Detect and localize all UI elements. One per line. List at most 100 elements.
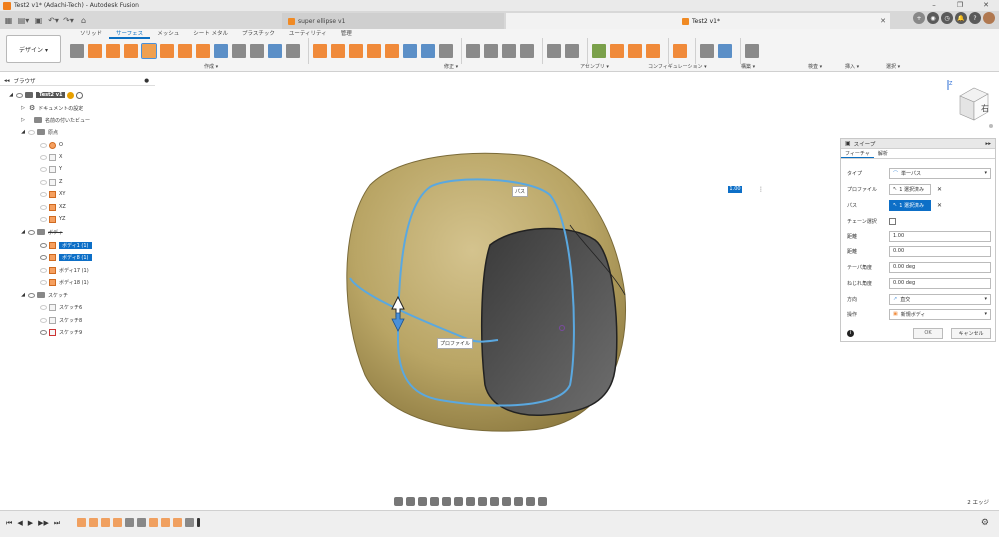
timeline-feature-icon[interactable] — [89, 518, 98, 527]
timeline-feature-icon[interactable] — [101, 518, 110, 527]
tree-item-sketch6[interactable]: スケッチ6 — [38, 302, 82, 312]
tree-item-xy-plane[interactable]: XY — [38, 189, 65, 199]
sweep-surface-icon[interactable] — [124, 44, 138, 58]
go-to-end-icon[interactable]: ⏭ — [54, 519, 60, 528]
timeline-feature-icon[interactable] — [125, 518, 134, 527]
undo-icon[interactable]: ↶▾ — [47, 13, 60, 27]
new-component-icon[interactable] — [466, 44, 480, 58]
pattern-icon[interactable] — [250, 44, 264, 58]
visibility-icon[interactable] — [28, 229, 35, 235]
tree-item-named-views[interactable]: ▷ 名前の付いたビュー — [20, 115, 90, 125]
tree-item-origin[interactable]: ◢ 原点 — [20, 127, 58, 137]
tab-analysis[interactable]: 解析 — [874, 149, 892, 158]
activate-radio-icon[interactable] — [76, 91, 84, 99]
tree-item-doc-settings[interactable]: ▷ ⚙ ドキュメントの設定 — [20, 103, 83, 113]
move-icon[interactable] — [439, 44, 453, 58]
group-inspect[interactable]: 検査 ▾ — [808, 63, 822, 70]
timeline-feature-icon[interactable] — [137, 518, 146, 527]
tree-item-body17[interactable]: ボディ17 (1) — [38, 265, 89, 275]
extend-icon[interactable] — [367, 44, 381, 58]
doc-tab-super-ellipse[interactable]: super ellipse v1 — [282, 13, 504, 29]
tree-item-sketch9[interactable]: スケッチ9 — [38, 327, 82, 337]
path-selector[interactable]: ↖ 1 選択済み — [889, 199, 931, 211]
expand-dialog-icon[interactable]: ▸▸ — [985, 141, 991, 147]
gear-icon[interactable]: ⚙ — [981, 518, 989, 528]
joint-icon[interactable] — [484, 44, 498, 58]
orientation-select[interactable]: ↗ 直交 ▾ — [889, 293, 991, 305]
group-create[interactable]: 作成 ▾ — [204, 63, 218, 70]
tree-item-bodies[interactable]: ◢ ボディ — [20, 227, 63, 237]
stitch-icon[interactable] — [385, 44, 399, 58]
collapse-icon[interactable]: ◂◂ — [4, 78, 10, 84]
offset-icon[interactable] — [214, 44, 228, 58]
cancel-button[interactable]: キャンセル — [951, 327, 991, 339]
tree-item-y-axis[interactable]: Y — [38, 164, 62, 174]
new-tab-icon[interactable]: + — [913, 12, 925, 24]
timeline-feature-icon[interactable] — [113, 518, 122, 527]
close-window-button[interactable]: ✕ — [973, 0, 999, 11]
taper-angle-field[interactable]: 0.00 deg — [889, 261, 991, 273]
timeline-marker-icon[interactable] — [197, 518, 200, 527]
help-icon[interactable]: ? — [969, 12, 981, 24]
step-back-icon[interactable]: ◀ — [17, 519, 22, 528]
browser-pin-icon[interactable]: ● — [144, 78, 149, 84]
delete-face-icon[interactable] — [331, 44, 345, 58]
look-at-icon[interactable] — [406, 496, 415, 506]
distance-2-field[interactable]: 0.00 — [889, 245, 991, 257]
select-icon[interactable] — [745, 44, 759, 58]
select-body-filter-icon[interactable] — [490, 496, 499, 506]
loft-icon[interactable] — [160, 44, 174, 58]
go-to-start-icon[interactable]: ⏮ — [6, 519, 12, 528]
workspace-switcher[interactable]: デザイン ▾ — [6, 35, 61, 63]
timeline-feature-icon[interactable] — [149, 518, 158, 527]
configure-icon[interactable] — [547, 44, 561, 58]
job-status-icon[interactable]: ◷ — [941, 12, 953, 24]
tab-solid[interactable]: ソリッド — [73, 30, 109, 39]
select-edge-filter-icon[interactable] — [514, 496, 523, 506]
tab-manage[interactable]: 管理 — [334, 30, 359, 39]
trim-icon[interactable] — [349, 44, 363, 58]
distance-field[interactable]: 1.00 — [889, 230, 991, 242]
plane-at-angle-icon[interactable] — [610, 44, 624, 58]
tangent-plane-icon[interactable] — [628, 44, 642, 58]
info-icon[interactable]: i — [847, 329, 854, 337]
visibility-icon[interactable] — [16, 92, 23, 98]
profile-selector[interactable]: ↖ 1 選択済み — [889, 183, 931, 195]
timeline-feature-icon[interactable] — [161, 518, 170, 527]
tree-item-z-axis[interactable]: Z — [38, 177, 62, 187]
select-vertex-filter-icon[interactable] — [526, 496, 535, 506]
tree-item-body18[interactable]: ボディ18 (1) — [38, 277, 89, 287]
patch-icon[interactable] — [178, 44, 192, 58]
timeline-feature-icon[interactable] — [173, 518, 182, 527]
close-tab-icon[interactable]: ✕ — [880, 17, 886, 25]
reverse-normal-icon[interactable] — [421, 44, 435, 58]
unstitch-icon[interactable] — [403, 44, 417, 58]
view-cube[interactable]: 右 Z — [944, 78, 996, 133]
play-icon[interactable]: ▶ — [28, 519, 33, 528]
tree-item-sketch8[interactable]: スケッチ8 — [38, 315, 82, 325]
distance-value-input[interactable]: 1.00 — [728, 185, 742, 193]
group-modify[interactable]: 修正 ▾ — [444, 63, 458, 70]
more-options-icon[interactable]: ⋮ — [758, 186, 764, 193]
tree-root[interactable]: ◢ Test2 v1 — [8, 90, 84, 100]
configuration-table-icon[interactable] — [565, 44, 579, 58]
tree-item-origin-point[interactable]: O — [38, 140, 63, 150]
point-cloud-icon[interactable] — [268, 44, 282, 58]
visibility-icon[interactable] — [28, 129, 35, 135]
ok-button[interactable]: OK — [913, 327, 943, 339]
extrude-icon[interactable] — [88, 44, 102, 58]
insert-derive-icon[interactable] — [700, 44, 714, 58]
clear-path-icon[interactable]: ✕ — [937, 202, 942, 209]
midplane-icon[interactable] — [646, 44, 660, 58]
zoom-window-icon[interactable] — [442, 496, 451, 506]
create-sketch-icon[interactable] — [70, 44, 84, 58]
grid-settings-icon[interactable] — [466, 496, 475, 506]
as-built-joint-icon[interactable] — [502, 44, 516, 58]
collapse-triangle-icon[interactable]: ◢ — [8, 92, 14, 98]
group-assemble[interactable]: アセンブリ ▾ — [580, 63, 609, 70]
revolve-icon[interactable] — [106, 44, 120, 58]
extensions-icon[interactable]: ◉ — [927, 12, 939, 24]
tree-item-xz-plane[interactable]: XZ — [38, 202, 66, 212]
operation-select[interactable]: ▣ 新規ボディ ▾ — [889, 308, 991, 320]
group-insert[interactable]: 挿入 ▾ — [845, 63, 859, 70]
